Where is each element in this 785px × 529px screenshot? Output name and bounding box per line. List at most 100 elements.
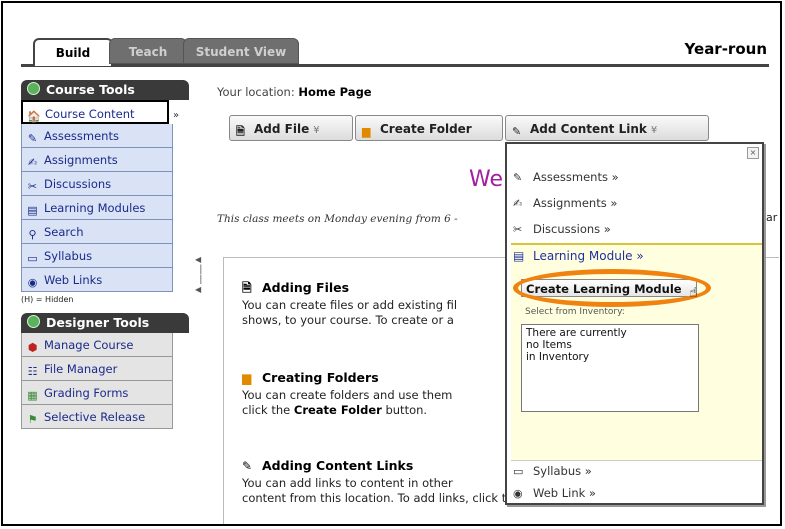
- section-title: Adding Content Links: [262, 458, 414, 473]
- chevron-down-icon: ¥: [650, 125, 658, 136]
- sidebar-item-label: Assignments: [44, 153, 118, 167]
- menu-item-label: Assignments »: [533, 196, 618, 210]
- file-icon: 🗎: [242, 281, 252, 295]
- tab-teach[interactable]: Teach: [109, 38, 187, 64]
- course-tools-header[interactable]: Course Tools: [21, 80, 189, 100]
- hidden-legend: (H) = Hidden: [21, 295, 74, 304]
- create-folder-label: Create Folder: [380, 122, 472, 136]
- add-content-link-menu: × ✎ Assessments » ✍ Assignments » ✂ Discuss…: [505, 142, 764, 505]
- menu-item-learning-module[interactable]: ▤ Learning Module »: [513, 249, 644, 263]
- section-line: click the Create Folder button.: [242, 403, 512, 418]
- sidebar-item-learning-modules[interactable]: ▤ Learning Modules: [21, 196, 173, 220]
- sidebar-item-label: Web Links: [44, 273, 103, 287]
- folder-icon: ▆: [242, 371, 252, 385]
- assessment-icon: ✎: [27, 132, 38, 145]
- menu-item-label: Syllabus »: [533, 464, 592, 478]
- hand-cursor-icon: ☝: [689, 285, 698, 301]
- section-title: Creating Folders: [262, 370, 379, 385]
- sidebar-item-label: Selective Release: [44, 410, 146, 424]
- add-file-button[interactable]: 🗎 Add File ¥: [229, 115, 353, 141]
- sidebar-item-label: Discussions: [44, 177, 112, 191]
- collapse-circle-icon: [27, 82, 40, 95]
- sidebar-item-manage-course[interactable]: ⬢ Manage Course: [21, 333, 173, 357]
- sidebar-collapse-handle[interactable]: ◀ ▕ ▕ ◀: [195, 255, 201, 295]
- breadcrumb: Your location: Home Page: [217, 85, 372, 99]
- tab-strip: Build Teach Student View Year-roun: [21, 36, 769, 67]
- section-line: You can create folders and use them: [242, 388, 453, 402]
- intro-text: This class meets on Monday evening from …: [217, 213, 458, 225]
- close-icon[interactable]: ×: [747, 147, 759, 159]
- learning-module-icon: ▤: [27, 204, 38, 217]
- web-link-icon: ◉: [27, 276, 38, 289]
- menu-item-label: Discussions »: [533, 222, 611, 236]
- home-icon: 🏠: [27, 110, 41, 123]
- learning-module-submenu: ▤ Learning Module » Create Learning Modul…: [511, 243, 762, 461]
- create-learning-module-button[interactable]: Create Learning Module: [521, 279, 697, 297]
- menu-item-label: Assessments »: [533, 170, 619, 184]
- sidebar-item-label: Grading Forms: [44, 386, 129, 400]
- course-tools-title: Course Tools: [46, 82, 135, 97]
- text-fragment: click the: [242, 403, 294, 417]
- menu-item-web-link[interactable]: ◉ Web Link »: [513, 486, 596, 500]
- sidebar-item-selective-release[interactable]: ⚑ Selective Release: [21, 405, 173, 429]
- discussion-icon: ✂: [27, 180, 38, 193]
- assessment-icon: ✎: [513, 171, 523, 184]
- file-icon: 🗎: [236, 125, 245, 138]
- menu-item-assessments[interactable]: ✎ Assessments »: [513, 170, 619, 184]
- sidebar-item-label: Search: [44, 225, 84, 239]
- tab-build[interactable]: Build: [33, 38, 113, 66]
- menu-item-assignments[interactable]: ✍ Assignments »: [513, 196, 617, 210]
- content-link-icon: ✎: [512, 125, 522, 138]
- sidebar-item-grading-forms[interactable]: ▦ Grading Forms: [21, 381, 173, 405]
- add-content-link-button[interactable]: ✎ Add Content Link ¥: [505, 115, 709, 141]
- sidebar-item-file-manager[interactable]: ☷ File Manager: [21, 357, 173, 381]
- syllabus-icon: ▭: [513, 465, 524, 478]
- folder-icon: ▆: [362, 125, 371, 138]
- sidebar-item-course-content[interactable]: 🏠 Course Content»: [21, 100, 179, 124]
- file-manager-icon: ☷: [27, 365, 38, 378]
- course-title: Year-roun: [684, 40, 767, 58]
- welcome-heading: We: [469, 167, 503, 192]
- double-arrow-icon[interactable]: »: [173, 104, 179, 128]
- sidebar-item-discussions[interactable]: ✂ Discussions: [21, 172, 173, 196]
- menu-item-discussions[interactable]: ✂ Discussions »: [513, 222, 611, 236]
- sidebar-item-label: File Manager: [44, 362, 118, 376]
- sidebar-item-syllabus[interactable]: ▭ Syllabus: [21, 244, 173, 268]
- search-icon: ⚲: [28, 228, 37, 241]
- web-link-icon: ◉: [513, 487, 523, 500]
- content-link-icon: ✎: [242, 459, 253, 473]
- designer-tools-header[interactable]: Designer Tools: [21, 313, 189, 333]
- sidebar: Course Tools 🏠 Course Content » ✎ Assessmen…: [21, 80, 189, 429]
- location-prefix: Your location:: [217, 85, 295, 99]
- inventory-list[interactable]: There are currently no Items in Inventor…: [521, 324, 699, 412]
- tab-student-view[interactable]: Student View: [183, 38, 299, 64]
- add-file-label: Add File: [254, 122, 310, 136]
- sidebar-item-assignments[interactable]: ✍ Assignments: [21, 148, 173, 172]
- assignment-icon: ✍: [513, 197, 523, 210]
- menu-item-label: Web Link »: [533, 486, 596, 500]
- intro-text-end: ar: [766, 211, 778, 224]
- section-line: You can create files or add existing fil: [242, 298, 458, 312]
- sidebar-item-label: Manage Course: [44, 338, 134, 352]
- select-inventory-label: Select from Inventory:: [525, 307, 625, 317]
- assignment-icon: ✍: [27, 156, 38, 169]
- sidebar-item-label: Syllabus: [44, 249, 93, 263]
- menu-item-syllabus[interactable]: ▭ Syllabus »: [513, 464, 592, 478]
- grading-forms-icon: ▦: [27, 389, 38, 402]
- syllabus-icon: ▭: [27, 252, 38, 265]
- section-adding-files: 🗎 Adding Files You can create files or ad…: [242, 278, 512, 328]
- app-frame: Build Teach Student View Year-roun Cours…: [1, 1, 782, 526]
- chevron-down-icon: ¥: [313, 125, 320, 136]
- sidebar-item-search[interactable]: ⚲ Search: [21, 220, 173, 244]
- section-line: shows, to your course. To create or a: [242, 313, 454, 327]
- sidebar-item-label: Course Content: [45, 107, 135, 121]
- text-fragment: button.: [381, 403, 428, 417]
- location-page[interactable]: Home Page: [298, 85, 371, 99]
- create-folder-button[interactable]: ▆ Create Folder: [355, 115, 503, 141]
- sidebar-item-web-links[interactable]: ◉ Web Links: [21, 268, 173, 292]
- sidebar-item-label: Learning Modules: [44, 201, 146, 215]
- section-creating-folders: ▆ Creating Folders You can create folders…: [242, 368, 512, 418]
- sidebar-item-assessments[interactable]: ✎ Assessments: [21, 124, 173, 148]
- text-bold: Create Folder: [293, 403, 382, 417]
- manage-course-icon: ⬢: [27, 341, 38, 354]
